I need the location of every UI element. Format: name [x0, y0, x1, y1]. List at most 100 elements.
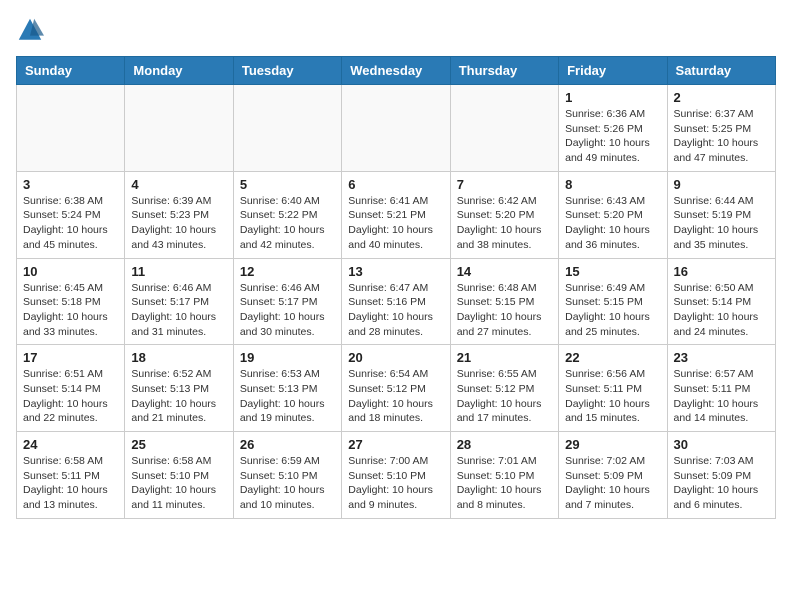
calendar-cell [450, 85, 558, 172]
calendar-cell: 7 Sunrise: 6:42 AM Sunset: 5:20 PM Daylig… [450, 171, 558, 258]
day-info: Sunrise: 6:53 AM Sunset: 5:13 PM Dayligh… [240, 367, 335, 426]
weekday-header-sunday: Sunday [17, 57, 125, 85]
calendar-cell: 16 Sunrise: 6:50 AM Sunset: 5:14 PM Dayli… [667, 258, 775, 345]
day-number: 24 [23, 437, 118, 452]
calendar-cell: 28Sunrise: 7:01 AM Sunset: 5:10 PM Dayli… [450, 432, 558, 519]
logo-icon [16, 16, 44, 44]
calendar-cell: 21 Sunrise: 6:55 AM Sunset: 5:12 PM Dayli… [450, 345, 558, 432]
day-info: Sunrise: 6:46 AM Sunset: 5:17 PM Dayligh… [240, 281, 335, 340]
day-number: 4 [131, 177, 226, 192]
day-info: Sunrise: 6:55 AM Sunset: 5:12 PM Dayligh… [457, 367, 552, 426]
day-info: Sunrise: 7:02 AM Sunset: 5:09 PM Dayligh… [565, 454, 660, 513]
weekday-header-friday: Friday [559, 57, 667, 85]
day-number: 29 [565, 437, 660, 452]
day-info: Sunrise: 6:37 AM Sunset: 5:25 PM Dayligh… [674, 107, 769, 166]
calendar-cell: 6 Sunrise: 6:41 AM Sunset: 5:21 PM Daylig… [342, 171, 450, 258]
day-info: Sunrise: 6:57 AM Sunset: 5:11 PM Dayligh… [674, 367, 769, 426]
calendar-table: SundayMondayTuesdayWednesdayThursdayFrid… [16, 56, 776, 519]
calendar-cell: 12 Sunrise: 6:46 AM Sunset: 5:17 PM Dayli… [233, 258, 341, 345]
day-info: Sunrise: 6:45 AM Sunset: 5:18 PM Dayligh… [23, 281, 118, 340]
calendar-cell: 22 Sunrise: 6:56 AM Sunset: 5:11 PM Dayli… [559, 345, 667, 432]
calendar-cell: 3 Sunrise: 6:38 AM Sunset: 5:24 PM Daylig… [17, 171, 125, 258]
calendar-cell: 5 Sunrise: 6:40 AM Sunset: 5:22 PM Daylig… [233, 171, 341, 258]
day-info: Sunrise: 6:58 AM Sunset: 5:10 PM Dayligh… [131, 454, 226, 513]
weekday-header-tuesday: Tuesday [233, 57, 341, 85]
weekday-header-thursday: Thursday [450, 57, 558, 85]
calendar-week-row: 17 Sunrise: 6:51 AM Sunset: 5:14 PM Dayli… [17, 345, 776, 432]
day-number: 8 [565, 177, 660, 192]
day-number: 6 [348, 177, 443, 192]
weekday-header-row: SundayMondayTuesdayWednesdayThursdayFrid… [17, 57, 776, 85]
day-number: 17 [23, 350, 118, 365]
day-info: Sunrise: 6:38 AM Sunset: 5:24 PM Dayligh… [23, 194, 118, 253]
day-number: 22 [565, 350, 660, 365]
calendar-week-row: 24 Sunrise: 6:58 AM Sunset: 5:11 PM Dayli… [17, 432, 776, 519]
calendar-cell [342, 85, 450, 172]
day-info: Sunrise: 6:40 AM Sunset: 5:22 PM Dayligh… [240, 194, 335, 253]
day-number: 26 [240, 437, 335, 452]
day-number: 16 [674, 264, 769, 279]
calendar-week-row: 1Sunrise: 6:36 AM Sunset: 5:26 PM Daylig… [17, 85, 776, 172]
calendar-cell: 2Sunrise: 6:37 AM Sunset: 5:25 PM Daylig… [667, 85, 775, 172]
calendar-cell: 20Sunrise: 6:54 AM Sunset: 5:12 PM Dayli… [342, 345, 450, 432]
day-info: Sunrise: 7:01 AM Sunset: 5:10 PM Dayligh… [457, 454, 552, 513]
day-info: Sunrise: 6:39 AM Sunset: 5:23 PM Dayligh… [131, 194, 226, 253]
calendar-cell: 11Sunrise: 6:46 AM Sunset: 5:17 PM Dayli… [125, 258, 233, 345]
day-info: Sunrise: 6:59 AM Sunset: 5:10 PM Dayligh… [240, 454, 335, 513]
calendar-cell: 15 Sunrise: 6:49 AM Sunset: 5:15 PM Dayli… [559, 258, 667, 345]
weekday-header-saturday: Saturday [667, 57, 775, 85]
calendar-cell: 19 Sunrise: 6:53 AM Sunset: 5:13 PM Dayli… [233, 345, 341, 432]
calendar-cell: 8 Sunrise: 6:43 AM Sunset: 5:20 PM Daylig… [559, 171, 667, 258]
day-number: 30 [674, 437, 769, 452]
day-number: 5 [240, 177, 335, 192]
day-info: Sunrise: 7:03 AM Sunset: 5:09 PM Dayligh… [674, 454, 769, 513]
day-info: Sunrise: 6:36 AM Sunset: 5:26 PM Dayligh… [565, 107, 660, 166]
day-number: 11 [131, 264, 226, 279]
calendar-cell: 25 Sunrise: 6:58 AM Sunset: 5:10 PM Dayli… [125, 432, 233, 519]
calendar-week-row: 3 Sunrise: 6:38 AM Sunset: 5:24 PM Daylig… [17, 171, 776, 258]
day-info: Sunrise: 6:52 AM Sunset: 5:13 PM Dayligh… [131, 367, 226, 426]
day-number: 21 [457, 350, 552, 365]
day-number: 9 [674, 177, 769, 192]
day-number: 25 [131, 437, 226, 452]
day-number: 18 [131, 350, 226, 365]
day-info: Sunrise: 6:51 AM Sunset: 5:14 PM Dayligh… [23, 367, 118, 426]
day-info: Sunrise: 6:48 AM Sunset: 5:15 PM Dayligh… [457, 281, 552, 340]
day-info: Sunrise: 6:50 AM Sunset: 5:14 PM Dayligh… [674, 281, 769, 340]
day-number: 27 [348, 437, 443, 452]
day-number: 15 [565, 264, 660, 279]
calendar-cell: 1Sunrise: 6:36 AM Sunset: 5:26 PM Daylig… [559, 85, 667, 172]
day-info: Sunrise: 6:54 AM Sunset: 5:12 PM Dayligh… [348, 367, 443, 426]
calendar-cell: 17 Sunrise: 6:51 AM Sunset: 5:14 PM Dayli… [17, 345, 125, 432]
day-number: 10 [23, 264, 118, 279]
calendar-cell: 30 Sunrise: 7:03 AM Sunset: 5:09 PM Dayli… [667, 432, 775, 519]
calendar-cell: 13 Sunrise: 6:47 AM Sunset: 5:16 PM Dayli… [342, 258, 450, 345]
calendar-cell: 29 Sunrise: 7:02 AM Sunset: 5:09 PM Dayli… [559, 432, 667, 519]
day-info: Sunrise: 6:47 AM Sunset: 5:16 PM Dayligh… [348, 281, 443, 340]
day-info: Sunrise: 6:56 AM Sunset: 5:11 PM Dayligh… [565, 367, 660, 426]
day-info: Sunrise: 6:42 AM Sunset: 5:20 PM Dayligh… [457, 194, 552, 253]
logo [16, 16, 48, 44]
day-info: Sunrise: 6:43 AM Sunset: 5:20 PM Dayligh… [565, 194, 660, 253]
day-number: 23 [674, 350, 769, 365]
day-info: Sunrise: 6:44 AM Sunset: 5:19 PM Dayligh… [674, 194, 769, 253]
calendar-cell: 24 Sunrise: 6:58 AM Sunset: 5:11 PM Dayli… [17, 432, 125, 519]
calendar-cell [233, 85, 341, 172]
weekday-header-wednesday: Wednesday [342, 57, 450, 85]
day-number: 3 [23, 177, 118, 192]
weekday-header-monday: Monday [125, 57, 233, 85]
day-info: Sunrise: 6:41 AM Sunset: 5:21 PM Dayligh… [348, 194, 443, 253]
day-info: Sunrise: 6:49 AM Sunset: 5:15 PM Dayligh… [565, 281, 660, 340]
calendar-cell: 26 Sunrise: 6:59 AM Sunset: 5:10 PM Dayli… [233, 432, 341, 519]
page-header [16, 16, 776, 44]
calendar-cell [17, 85, 125, 172]
calendar-cell [125, 85, 233, 172]
day-number: 7 [457, 177, 552, 192]
day-info: Sunrise: 7:00 AM Sunset: 5:10 PM Dayligh… [348, 454, 443, 513]
day-number: 12 [240, 264, 335, 279]
calendar-cell: 10 Sunrise: 6:45 AM Sunset: 5:18 PM Dayli… [17, 258, 125, 345]
calendar-cell: 23 Sunrise: 6:57 AM Sunset: 5:11 PM Dayli… [667, 345, 775, 432]
day-number: 13 [348, 264, 443, 279]
day-info: Sunrise: 6:58 AM Sunset: 5:11 PM Dayligh… [23, 454, 118, 513]
day-number: 19 [240, 350, 335, 365]
